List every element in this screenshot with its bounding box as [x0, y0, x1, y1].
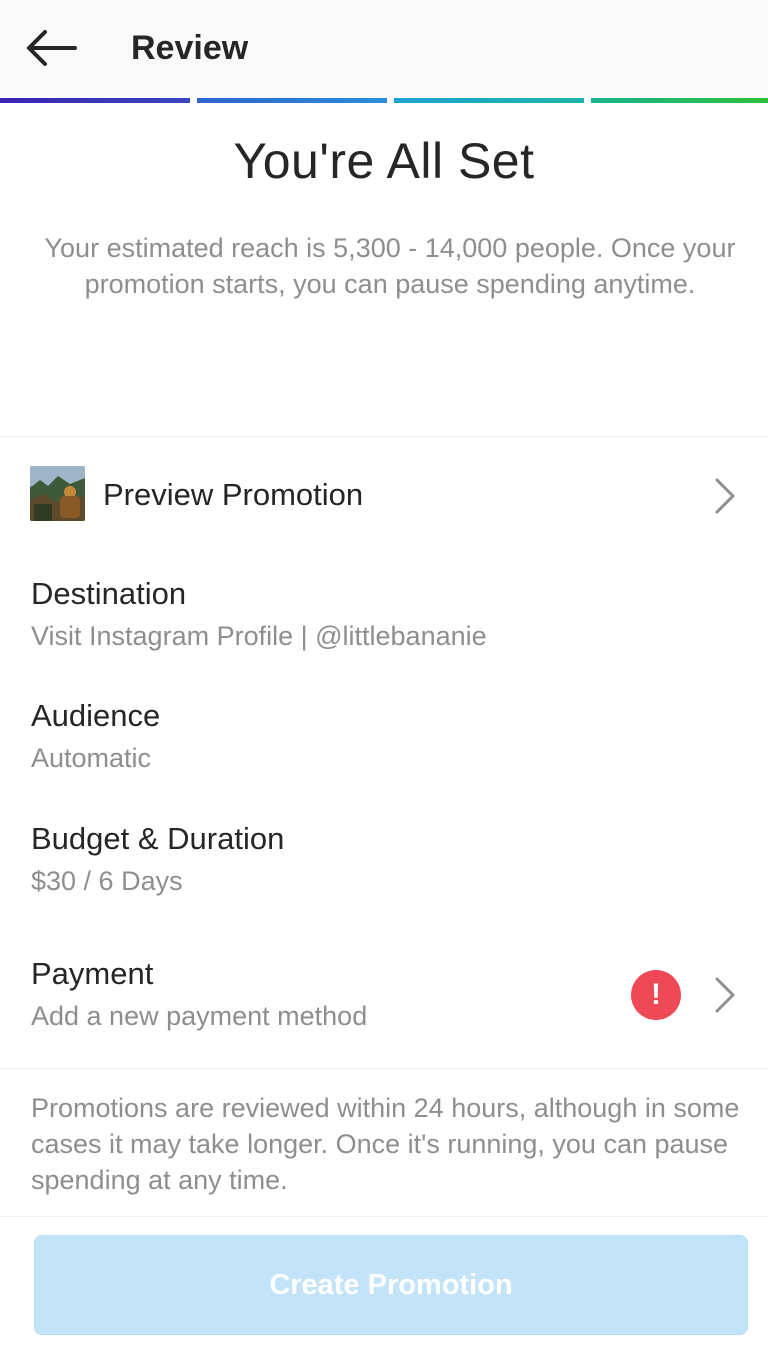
audience-title: Audience	[31, 698, 161, 733]
divider	[0, 436, 768, 437]
top-bar: Review	[0, 0, 768, 98]
audience-row[interactable]: Audience Automatic	[0, 697, 768, 787]
destination-row[interactable]: Destination Visit Instagram Profile | @l…	[0, 575, 768, 665]
progress-segment-1	[0, 98, 190, 103]
preview-promotion-row[interactable]: Preview Promotion	[0, 438, 768, 553]
estimated-reach-text: Your estimated reach is 5,300 - 14,000 p…	[44, 233, 736, 299]
destination-title: Destination	[31, 576, 187, 611]
payment-value: Add a new payment method	[31, 1001, 368, 1031]
chevron-right-icon	[710, 474, 740, 518]
budget-duration-value: $30 / 6 Days	[31, 866, 183, 896]
payment-warning-icon: !	[631, 970, 681, 1020]
arrow-left-icon	[27, 30, 77, 66]
chevron-right-icon	[710, 973, 740, 1017]
preview-promotion-label: Preview Promotion	[103, 477, 364, 512]
confirmation-heading: You're All Set	[233, 133, 535, 189]
create-promotion-button[interactable]: Create Promotion	[34, 1235, 748, 1335]
step-progress-bar	[0, 98, 768, 104]
progress-segment-2	[197, 98, 387, 103]
audience-value: Automatic	[31, 743, 152, 773]
payment-title: Payment	[31, 956, 154, 991]
progress-segment-4	[591, 98, 768, 103]
destination-value: Visit Instagram Profile | @littlebananie	[31, 621, 487, 651]
review-notice-text: Promotions are reviewed within 24 hours,…	[31, 1093, 740, 1195]
progress-segment-3	[394, 98, 584, 103]
budget-duration-title: Budget & Duration	[31, 821, 285, 856]
divider	[0, 1216, 768, 1217]
post-thumbnail	[30, 466, 85, 521]
divider	[0, 1068, 768, 1069]
budget-duration-row[interactable]: Budget & Duration $30 / 6 Days	[0, 820, 768, 910]
page-title: Review	[131, 29, 249, 67]
back-button[interactable]	[18, 22, 84, 74]
